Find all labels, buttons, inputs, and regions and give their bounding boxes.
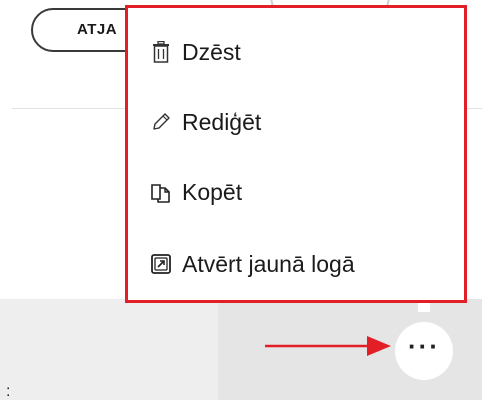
open-new-window-icon [150, 253, 172, 275]
more-options-button[interactable]: ··· [395, 322, 453, 380]
menu-item-open-new-window[interactable]: Atvērt jaunā logā [150, 244, 355, 284]
menu-item-delete[interactable]: Dzēst [150, 32, 241, 72]
more-horizontal-icon: ··· [408, 331, 440, 361]
refresh-button-label: ATJA [77, 21, 118, 38]
pencil-icon [150, 111, 172, 133]
menu-item-open-new-window-label: Atvērt jaunā logā [182, 250, 355, 277]
annotation-arrow [265, 336, 391, 356]
copy-icon [150, 181, 172, 203]
context-menu: Dzēst Rediģēt Kopēt Atvērt jaunā logā [125, 5, 467, 303]
menu-item-delete-label: Dzēst [182, 38, 241, 65]
menu-item-copy[interactable]: Kopēt [150, 172, 242, 212]
menu-item-edit-label: Rediģēt [182, 108, 262, 135]
row-marker: : [6, 383, 11, 400]
menu-item-copy-label: Kopēt [182, 178, 243, 205]
menu-item-edit[interactable]: Rediģēt [150, 102, 261, 142]
trash-icon [150, 41, 172, 63]
